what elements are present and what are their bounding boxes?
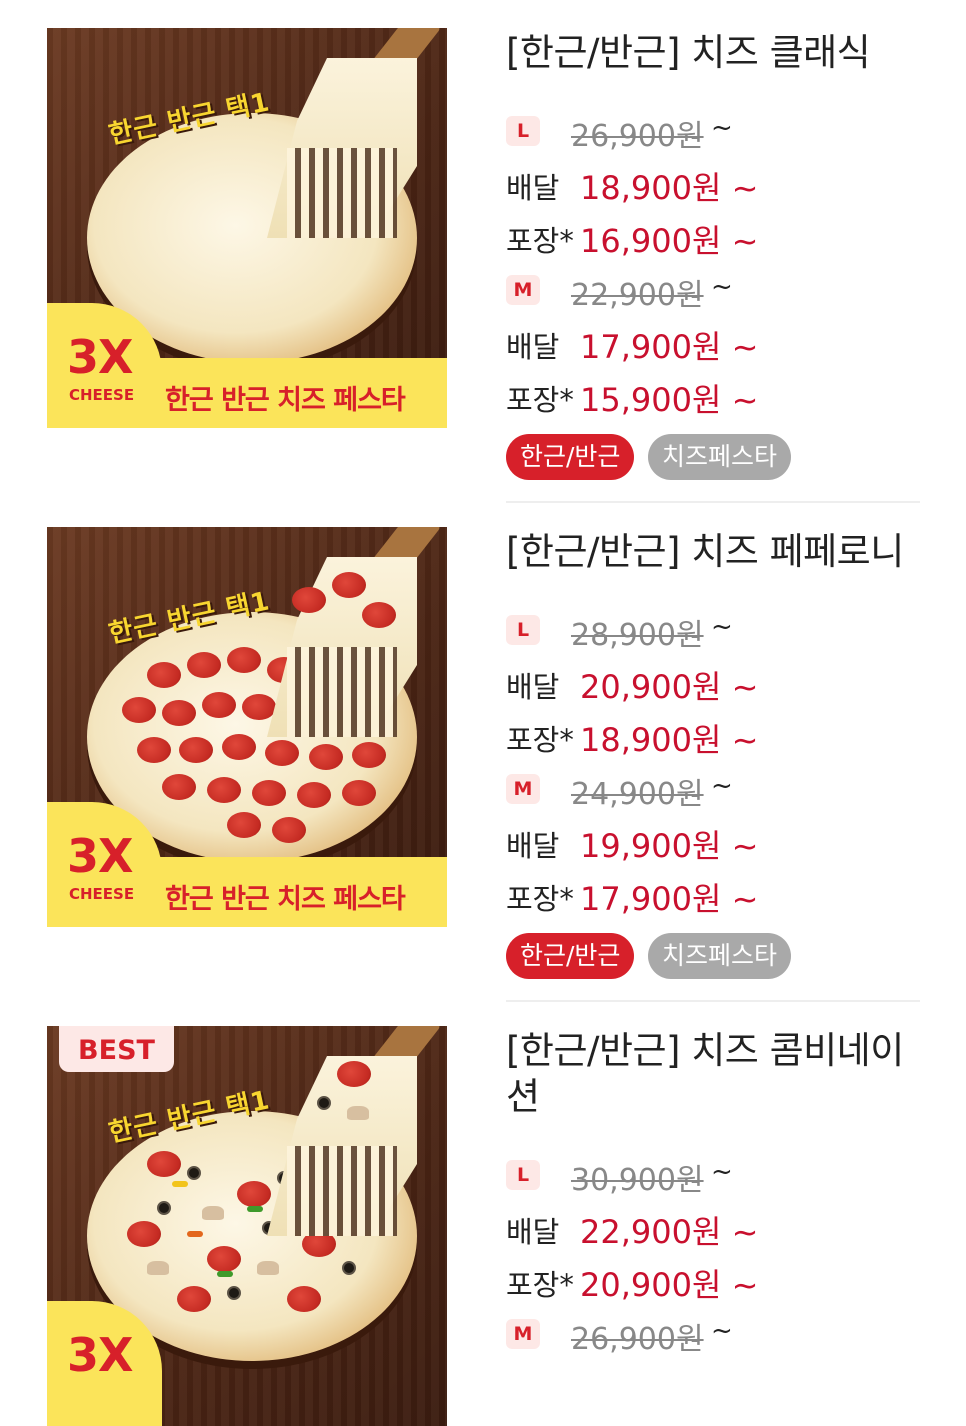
size-row-m: M 26,900원 ~ (506, 1307, 920, 1360)
size-badge: M (506, 1319, 540, 1349)
delivery-price-row: 배달 20,900원 ~ (506, 656, 920, 709)
pickup-price-row: 포장* 18,900원 ~ (506, 709, 920, 762)
cheese-strings (287, 647, 397, 737)
original-price: 26,900원 (571, 1322, 704, 1357)
cheese-strings (287, 148, 397, 238)
price-tilde: ~ (711, 272, 733, 302)
size-badge: L (506, 615, 540, 645)
original-price: 26,900원 (571, 119, 704, 154)
banner-text: 한근 반근 치즈 페스타 (165, 385, 406, 416)
delivery-price-row: 배달 17,900원 ~ (506, 316, 920, 369)
price-tilde: ~ (711, 1157, 733, 1187)
price-tilde: ~ (711, 113, 733, 143)
delivery-price: 18,900원 ~ (580, 169, 759, 207)
product-item[interactable]: 한근 반근 택1 3X CHEESE 한근 반근 치즈 페스타 [한근/반근] … (0, 527, 966, 1007)
pickup-label: 포장* (506, 224, 574, 258)
product-image[interactable]: 한근 반근 택1 3X CHEESE 한근 반근 치즈 페스타 (47, 28, 447, 428)
pickup-price-row: 포장* 16,900원 ~ (506, 210, 920, 263)
delivery-label: 배달 (506, 1215, 560, 1249)
size-badge: M (506, 275, 540, 305)
original-price: 28,900원 (571, 618, 704, 653)
banner-text: 한근 반근 치즈 페스타 (165, 884, 406, 915)
size-row-m: M 24,900원 ~ (506, 762, 920, 815)
delivery-price: 22,900원 ~ (580, 1213, 759, 1251)
divider (506, 1000, 920, 1002)
original-price: 24,900원 (571, 777, 704, 812)
delivery-price-row: 배달 18,900원 ~ (506, 157, 920, 210)
pickup-price-row: 포장* 17,900원 ~ (506, 868, 920, 921)
three-x-label: 3X (67, 1328, 133, 1382)
delivery-label: 배달 (506, 171, 560, 205)
product-image[interactable]: 한근 반근 택1 3X CHEESE 한근 반근 치즈 페스타 (47, 527, 447, 927)
cheese-label: CHEESE (69, 885, 135, 903)
delivery-price-row: 배달 22,900원 ~ (506, 1201, 920, 1254)
delivery-price: 17,900원 ~ (580, 328, 759, 366)
tag-list: 한근/반근 치즈페스타 (506, 933, 920, 993)
product-item[interactable]: 한근 반근 택1 3X BEST [한근/반근] 치즈 콤비네이션 L 30,9… (0, 1026, 966, 1426)
three-x-label: 3X (67, 330, 133, 384)
pickup-price: 18,900원 ~ (580, 721, 759, 759)
delivery-label: 배달 (506, 670, 560, 704)
price-tilde: ~ (711, 771, 733, 801)
price-tilde: ~ (711, 612, 733, 642)
original-price: 30,900원 (571, 1163, 704, 1198)
tag-list: 한근/반근 치즈페스타 (506, 434, 920, 494)
product-image[interactable]: 한근 반근 택1 3X BEST (47, 1026, 447, 1426)
divider (506, 501, 920, 503)
pickup-label: 포장* (506, 723, 574, 757)
pickup-price: 15,900원 ~ (580, 381, 759, 419)
delivery-price: 19,900원 ~ (580, 827, 759, 865)
tag-cheese-festa[interactable]: 치즈페스타 (648, 434, 792, 480)
pickup-price: 17,900원 ~ (580, 880, 759, 918)
original-price: 22,900원 (571, 278, 704, 313)
pickup-price: 16,900원 ~ (580, 222, 759, 260)
size-row-l: L 26,900원 ~ (506, 104, 920, 157)
cheese-label: CHEESE (69, 386, 135, 404)
pickup-label: 포장* (506, 882, 574, 916)
delivery-price: 20,900원 ~ (580, 668, 759, 706)
pickup-label: 포장* (506, 383, 574, 417)
cheese-strings (287, 1146, 397, 1236)
tag-cheese-festa[interactable]: 치즈페스타 (648, 933, 792, 979)
best-badge: BEST (59, 1026, 174, 1072)
delivery-label: 배달 (506, 330, 560, 364)
delivery-price-row: 배달 19,900원 ~ (506, 815, 920, 868)
tag-hangeun-bangeun[interactable]: 한근/반근 (506, 933, 635, 979)
size-badge: L (506, 116, 540, 146)
size-row-l: L 30,900원 ~ (506, 1148, 920, 1201)
pickup-price: 20,900원 ~ (580, 1266, 759, 1304)
pickup-label: 포장* (506, 1268, 574, 1302)
delivery-label: 배달 (506, 829, 560, 863)
pickup-price-row: 포장* 15,900원 ~ (506, 369, 920, 422)
price-tilde: ~ (711, 1316, 733, 1346)
product-info: [한근/반근] 치즈 페페로니 L 28,900원 ~ 배달 20,900원 ~… (506, 527, 920, 993)
product-info: [한근/반근] 치즈 클래식 L 26,900원 ~ 배달 18,900원 ~ … (506, 28, 920, 494)
size-row-l: L 28,900원 ~ (506, 603, 920, 656)
tag-hangeun-bangeun[interactable]: 한근/반근 (506, 434, 635, 480)
product-info: [한근/반근] 치즈 콤비네이션 L 30,900원 ~ 배달 22,900원 … (506, 1026, 920, 1360)
size-badge: M (506, 774, 540, 804)
pickup-price-row: 포장* 20,900원 ~ (506, 1254, 920, 1307)
product-item[interactable]: 한근 반근 택1 3X CHEESE 한근 반근 치즈 페스타 [한근/반근] … (0, 28, 966, 508)
product-title[interactable]: [한근/반근] 치즈 페페로니 (506, 529, 920, 575)
product-title[interactable]: [한근/반근] 치즈 클래식 (506, 30, 920, 76)
product-title[interactable]: [한근/반근] 치즈 콤비네이션 (506, 1028, 920, 1120)
three-x-label: 3X (67, 829, 133, 883)
size-badge: L (506, 1160, 540, 1190)
size-row-m: M 22,900원 ~ (506, 263, 920, 316)
